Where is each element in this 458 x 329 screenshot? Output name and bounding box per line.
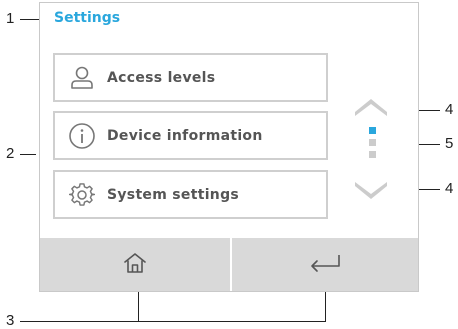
callout-5: 5	[445, 135, 454, 152]
scroll-down-button[interactable]	[355, 182, 387, 206]
user-icon	[67, 63, 97, 93]
home-icon	[123, 251, 147, 279]
info-icon	[67, 121, 97, 151]
bottom-bar	[40, 238, 418, 291]
callout-3: 3	[6, 312, 15, 329]
gear-icon	[67, 180, 97, 210]
callout-3-home-line	[138, 289, 139, 321]
menu-item-access-levels[interactable]: Access levels	[53, 53, 328, 102]
scroll-up-button[interactable]	[355, 96, 387, 120]
chevron-up-icon	[355, 99, 387, 120]
page-indicator	[369, 127, 377, 163]
callout-3-back-line	[325, 289, 326, 321]
callout-2-line	[20, 154, 36, 155]
callout-4-up: 4	[445, 101, 454, 118]
callout-1: 1	[6, 10, 15, 27]
page-dot-active	[369, 127, 376, 134]
callout-2: 2	[6, 145, 15, 162]
menu-item-label: Access levels	[107, 69, 216, 86]
return-arrow-icon	[309, 253, 341, 277]
menu-item-device-information[interactable]: Device information	[53, 111, 328, 160]
page-dot	[369, 151, 376, 158]
callout-4-down: 4	[445, 180, 454, 197]
home-button[interactable]	[40, 238, 230, 291]
menu-item-label: System settings	[107, 186, 240, 203]
callout-3-line	[20, 321, 326, 322]
chevron-down-icon	[355, 182, 387, 206]
menu-item-system-settings[interactable]: System settings	[53, 170, 328, 219]
page-title: Settings	[54, 10, 121, 26]
callout-2-bracket	[36, 50, 37, 230]
page-dot	[369, 139, 376, 146]
back-button[interactable]	[232, 238, 418, 291]
menu-item-label: Device information	[107, 127, 263, 144]
